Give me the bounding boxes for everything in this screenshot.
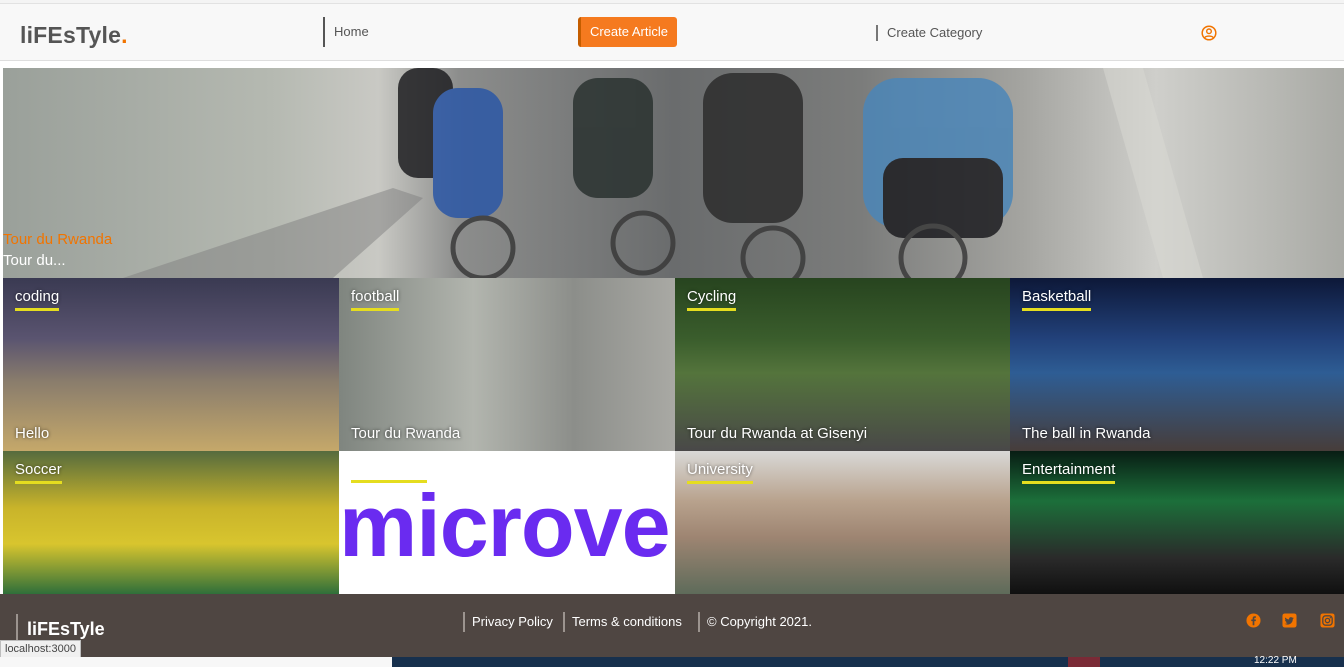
article-tile[interactable]: coding Hello [3,278,339,451]
tile-category[interactable]: Soccer [15,461,62,484]
twitter-icon[interactable] [1282,613,1297,628]
site-footer: liFEsTyle Privacy Policy Terms & conditi… [0,594,1344,657]
article-tile[interactable]: Cycling Tour du Rwanda at Gisenyi [675,278,1010,451]
footer-logo[interactable]: liFEsTyle [16,614,105,640]
taskbar [392,657,1344,667]
tile-title[interactable]: The ball in Rwanda [1022,425,1150,442]
article-tile[interactable]: Soccer [3,451,339,594]
logo-dot: . [121,22,128,48]
create-article-button[interactable]: Create Article [578,17,677,47]
nav-create-category-link[interactable]: Create Category [876,25,982,41]
tile-category[interactable]: Basketball [1022,288,1092,311]
tile-title[interactable]: Hello [15,425,49,442]
site-header: liFEsTyle. Home Create Article Create Ca… [0,4,1344,61]
instagram-icon[interactable] [1320,613,1335,628]
tile-category[interactable]: Cycling [687,288,737,311]
nav-home-link[interactable]: Home [323,17,369,47]
taskbar-clock: 12:22 PM [1254,655,1297,666]
tile-image-text: microve [339,476,671,575]
tile-title[interactable]: Tour du Rwanda at Gisenyi [687,425,867,442]
hero-excerpt[interactable]: Tour du... [3,252,66,269]
site-logo[interactable]: liFEsTyle. [20,22,128,49]
tile-category[interactable]: football [351,288,400,311]
taskbar-app-icon[interactable] [1068,657,1100,667]
tile-category[interactable]: University [687,461,753,484]
article-tile[interactable]: Basketball The ball in Rwanda [1010,278,1344,451]
terms-link[interactable]: Terms & conditions [563,612,682,632]
hero-banner[interactable]: Tour du Rwanda Tour du... [3,68,1344,278]
tile-title[interactable]: Tour du Rwanda [351,425,460,442]
logo-text: liFEsTyle [20,22,122,48]
hero-image [123,68,1203,278]
tile-category[interactable]: Entertainment [1022,461,1116,484]
tile-category[interactable]: coding [15,288,60,311]
copyright-text: © Copyright 2021. [698,612,812,632]
article-tile[interactable]: football Tour du Rwanda [339,278,675,451]
hero-category[interactable]: Tour du Rwanda [3,231,112,248]
article-tile[interactable]: microve [339,451,675,594]
facebook-icon[interactable] [1246,613,1261,628]
privacy-policy-link[interactable]: Privacy Policy [463,612,553,632]
status-bar-url: localhost:3000 [0,640,81,658]
taskbar-left-area [0,657,392,667]
article-tile[interactable]: University [675,451,1010,594]
user-circle-icon[interactable] [1201,25,1217,41]
article-tile[interactable]: Entertainment [1010,451,1344,594]
